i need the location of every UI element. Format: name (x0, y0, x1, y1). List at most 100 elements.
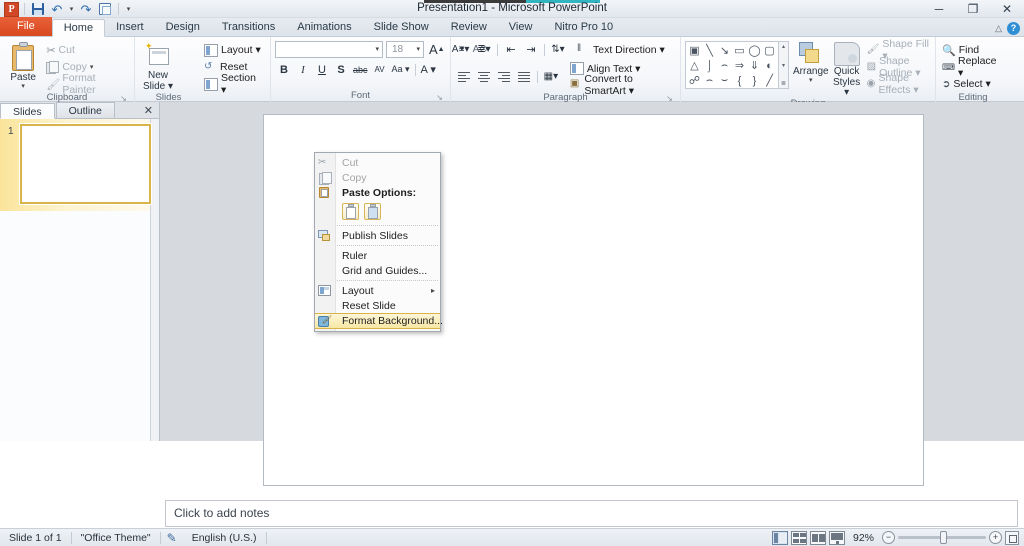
zoom-slider[interactable] (898, 536, 986, 539)
justify-button[interactable] (515, 68, 533, 85)
minimize-button[interactable]: ─ (922, 0, 956, 18)
slides-pane-scrollbar[interactable] (150, 119, 159, 441)
numbering-button[interactable]: ≣▾ (475, 41, 493, 58)
close-button[interactable]: ✕ (990, 0, 1024, 18)
fit-to-window-button[interactable] (1005, 531, 1019, 545)
context-menu[interactable]: ✂ Cut Copy Paste Options: Publish Slides… (314, 152, 441, 332)
gallery-more-icon[interactable]: ≣ (781, 80, 786, 87)
theme-name[interactable]: "Office Theme" (72, 529, 160, 546)
zoom-slider-thumb[interactable] (940, 531, 947, 544)
strikethrough-button[interactable]: abc (351, 61, 370, 78)
shape-icon-15[interactable]: { (732, 73, 747, 88)
select-button[interactable]: ➲ Select ▾ (940, 76, 1006, 92)
underline-button[interactable]: U (313, 61, 331, 78)
bullets-button[interactable]: ≡▾ (455, 41, 473, 58)
pane-tab-outline[interactable]: Outline (56, 102, 115, 118)
paste-picture-button[interactable] (364, 203, 381, 220)
context-menu-item-cut[interactable]: ✂ Cut (315, 155, 440, 170)
arrange-button[interactable]: Arrange ▾ (793, 41, 829, 84)
quick-styles-button[interactable]: Quick Styles ▾ (833, 41, 861, 98)
shape-icon-6[interactable]: △ (687, 58, 702, 73)
grow-font-button[interactable]: A▲ (427, 41, 447, 58)
shape-icon-14[interactable]: ⌣ (717, 73, 732, 88)
help-icon[interactable]: ? (1007, 22, 1020, 35)
font-dialog-launcher[interactable]: ↘ (435, 93, 444, 102)
decrease-indent-button[interactable]: ⇤ (502, 41, 520, 58)
align-right-button[interactable] (495, 68, 513, 85)
text-shadow-button[interactable]: S (332, 61, 350, 78)
font-name-dropdown-icon[interactable]: ▾ (375, 46, 379, 53)
text-direction-button[interactable]: ‖ Text Direction ▾ (575, 42, 667, 57)
tab-view[interactable]: View (498, 18, 544, 36)
shape-icon-16[interactable]: } (747, 73, 762, 88)
columns-button[interactable]: ▦▾ (542, 68, 560, 85)
tab-home[interactable]: Home (52, 19, 105, 37)
slide-sorter-view-button[interactable] (791, 531, 807, 545)
spell-check-icon[interactable]: ✎ (161, 529, 183, 546)
gallery-scroll-up-icon[interactable]: ▴ (782, 43, 785, 50)
shape-effects-button[interactable]: ◉ Shape Effects ▾ (865, 76, 931, 92)
pane-splitter[interactable] (160, 102, 164, 441)
shape-icon-11[interactable]: ◐ (762, 58, 777, 73)
zoom-in-button[interactable]: + (989, 531, 1002, 544)
tab-file[interactable]: File (0, 17, 52, 36)
arrange-dropdown-icon[interactable]: ▾ (809, 77, 813, 84)
context-menu-item-reset-slide[interactable]: Reset Slide (315, 298, 440, 313)
pane-tab-slides[interactable]: Slides (0, 103, 55, 119)
bold-button[interactable]: B (275, 61, 293, 78)
slide-indicator[interactable]: Slide 1 of 1 (0, 529, 71, 546)
reading-view-button[interactable] (810, 531, 826, 545)
slide-thumbnail-1[interactable] (20, 124, 151, 204)
paste-dropdown-icon[interactable]: ▾ (21, 83, 25, 90)
font-color-button[interactable]: A ▾ (419, 61, 438, 78)
character-spacing-button[interactable]: AV (371, 61, 389, 78)
change-case-button[interactable]: Aa ▾ (390, 61, 412, 78)
align-left-button[interactable] (455, 68, 473, 85)
shape-icon-8[interactable]: ⌢ (717, 58, 732, 73)
tab-insert[interactable]: Insert (105, 18, 155, 36)
close-pane-icon[interactable]: ✕ (144, 104, 153, 117)
increase-indent-button[interactable]: ⇥ (522, 41, 540, 58)
context-menu-item-ruler[interactable]: Ruler (315, 248, 440, 263)
tab-nitro-pro-10[interactable]: Nitro Pro 10 (543, 18, 624, 36)
shape-icon-2[interactable]: ↘ (717, 43, 732, 58)
collapse-ribbon-icon[interactable]: △ (995, 23, 1002, 34)
align-center-button[interactable] (475, 68, 493, 85)
shape-icon-9[interactable]: ⇒ (732, 58, 747, 73)
cut-button[interactable]: ✂ Cut (44, 42, 130, 58)
zoom-percent[interactable]: 92% (848, 529, 879, 546)
shape-icon-12[interactable]: ☍ (687, 73, 702, 88)
slide-show-button[interactable] (829, 531, 845, 545)
layout-button[interactable]: Layout ▾ (202, 42, 266, 58)
italic-button[interactable]: I (294, 61, 312, 78)
shape-icon-13[interactable]: ⌢ (702, 73, 717, 88)
context-menu-item-copy[interactable]: Copy (315, 170, 440, 185)
zoom-out-button[interactable]: − (882, 531, 895, 544)
tab-review[interactable]: Review (440, 18, 498, 36)
shape-icon-17[interactable]: ╱ (762, 73, 777, 88)
section-button[interactable]: Section ▾ (202, 76, 266, 92)
thumbnail-item[interactable]: 1 (8, 124, 151, 204)
shape-icon-4[interactable]: ◯ (747, 43, 762, 58)
shapes-gallery-scrollbar[interactable]: ▴ ▾ ≣ (779, 41, 789, 89)
paste-use-destination-theme-button[interactable] (342, 203, 359, 220)
context-menu-item-layout[interactable]: Layout ▸ (315, 283, 440, 298)
shapes-gallery[interactable]: ▣ ╲ ↘ ▭ ◯ ▢ △ ⌡ ⌢ ⇒ ⇓ ◐ ☍ ⌢ ⌣ (685, 41, 779, 89)
shape-icon-0[interactable]: ▣ (687, 43, 702, 58)
tab-design[interactable]: Design (155, 18, 211, 36)
font-size-dropdown-icon[interactable]: ▾ (416, 46, 420, 53)
restore-button[interactable]: ❐ (956, 0, 990, 18)
tab-transitions[interactable]: Transitions (211, 18, 286, 36)
normal-view-button[interactable] (772, 531, 788, 545)
context-menu-item-grid-and-guides[interactable]: Grid and Guides... (315, 263, 440, 278)
tab-animations[interactable]: Animations (286, 18, 362, 36)
font-name-input[interactable]: ▾ (275, 41, 383, 58)
notes-pane[interactable]: Click to add notes (165, 500, 1018, 527)
gallery-scroll-down-icon[interactable]: ▾ (782, 62, 785, 69)
copy-dropdown-icon[interactable]: ▾ (90, 64, 94, 71)
shape-icon-1[interactable]: ╲ (702, 43, 717, 58)
context-menu-item-format-background[interactable]: 🖌 Format Background... (315, 313, 440, 329)
shape-icon-3[interactable]: ▭ (732, 43, 747, 58)
replace-button[interactable]: ⌨ Replace ▾ (940, 59, 1006, 75)
format-painter-button[interactable]: 🖌 Format Painter (44, 76, 130, 92)
